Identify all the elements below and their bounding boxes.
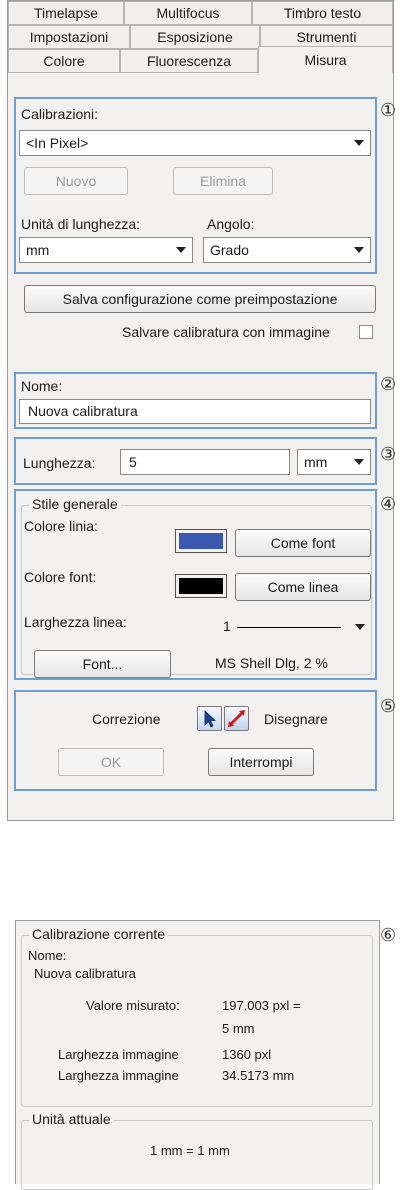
tab-label: Colore <box>43 53 85 69</box>
marker-6: ⑥ <box>380 925 397 946</box>
chevron-down-icon <box>355 624 365 630</box>
chevron-down-icon <box>354 459 364 465</box>
line-width-select[interactable]: 1 <box>223 614 369 640</box>
length-unit-dropdown[interactable]: mm <box>297 449 371 475</box>
save-with-image-checkbox[interactable] <box>359 325 373 339</box>
draw-tool-button[interactable] <box>224 706 249 731</box>
tab-timelapse[interactable]: Timelapse <box>8 1 124 25</box>
name-value: Nuova calibratura <box>28 403 138 419</box>
general-style-title: Stile generale <box>29 496 121 512</box>
length-label: Lunghezza: <box>23 455 96 471</box>
save-preset-button[interactable]: Salva configurazione come preimpostazion… <box>24 285 376 313</box>
length-value: 5 <box>129 454 137 470</box>
tab-colore[interactable]: Colore <box>8 49 120 73</box>
current-name-value: Nuova calibratura <box>34 966 136 981</box>
current-name-label: Nome: <box>28 948 67 963</box>
pointer-icon <box>204 710 217 728</box>
new-calibration-button[interactable]: Nuovo <box>24 167 128 195</box>
line-color-fill <box>179 533 223 549</box>
measured-value: 197.003 pxl = <box>222 998 301 1013</box>
chevron-down-icon <box>354 140 364 146</box>
line-width-label: Larghezza linea: <box>24 614 127 630</box>
font-color-label: Colore font: <box>24 569 97 585</box>
tab-label: Impostazioni <box>29 29 109 45</box>
length-unit-dropdown-value: mm <box>304 454 328 470</box>
length-unit-select[interactable]: mm <box>19 237 193 263</box>
marker-3: ③ <box>380 444 397 465</box>
chevron-down-icon <box>354 247 364 253</box>
tab-label: Strumenti <box>296 29 357 45</box>
angle-value: Grado <box>210 242 249 258</box>
ok-button[interactable]: OK <box>58 748 164 776</box>
current-unit-title: Unità attuale <box>29 1111 114 1127</box>
tab-label: Timbro testo <box>283 5 362 21</box>
image-width-label-mm: Larghezza immagine <box>58 1068 179 1083</box>
marker-1: ① <box>380 100 397 121</box>
tab-label: Multifocus <box>156 5 220 21</box>
tab-label: Fluorescenza <box>146 53 232 69</box>
tab-impostazioni[interactable]: Impostazioni <box>8 25 130 49</box>
measured-value-label: Valore misurato: <box>86 998 180 1013</box>
image-width-mm: 34.5173 mm <box>222 1068 295 1083</box>
tab-fluorescenza[interactable]: Fluorescenza <box>120 49 258 73</box>
chevron-down-icon <box>176 247 186 253</box>
interrupt-button[interactable]: Interrompi <box>208 748 314 776</box>
marker-5: ⑤ <box>380 696 397 717</box>
image-width-px: 1360 pxl <box>222 1047 272 1062</box>
tab-label: Misura <box>304 52 347 68</box>
calibration-select[interactable]: <In Pixel> <box>19 130 371 156</box>
delete-button-label: Elimina <box>200 173 246 189</box>
length-unit-value: mm <box>26 242 50 258</box>
tab-label: Timelapse <box>33 5 99 21</box>
correction-label: Correzione <box>92 711 161 727</box>
tab-multifocus[interactable]: Multifocus <box>124 1 252 25</box>
measured-value-mm: 5 mm <box>222 1021 255 1036</box>
font-like-label: Come font <box>270 535 336 551</box>
angle-select[interactable]: Grado <box>203 237 371 263</box>
delete-calibration-button[interactable]: Elimina <box>173 167 273 195</box>
name-label: Nome: <box>21 378 63 394</box>
font-like-button[interactable]: Come font <box>235 529 371 557</box>
current-unit-value: 1 mm = 1 mm <box>150 1143 230 1158</box>
save-preset-label: Salva configurazione come preimpostazion… <box>62 291 338 307</box>
font-color-swatch[interactable] <box>175 574 227 598</box>
length-field[interactable]: 5 <box>120 449 290 475</box>
tab-timbro-testo[interactable]: Timbro testo <box>252 1 393 25</box>
marker-2: ② <box>380 374 397 395</box>
font-button[interactable]: Font... <box>34 650 171 678</box>
save-with-image-label: Salvare calibratura con immagine <box>122 324 330 340</box>
new-button-label: Nuovo <box>55 173 97 189</box>
image-width-label: Larghezza immagine <box>58 1047 179 1062</box>
tab-label: Esposizione <box>157 29 233 45</box>
line-color-swatch[interactable] <box>175 529 227 553</box>
tab-esposizione[interactable]: Esposizione <box>130 25 260 49</box>
name-field[interactable]: Nuova calibratura <box>19 399 371 424</box>
draw-label: Disegnare <box>264 711 328 727</box>
line-like-label: Come linea <box>267 579 339 595</box>
interrupt-button-label: Interrompi <box>229 754 293 770</box>
calibration-select-value: <In Pixel> <box>26 135 89 151</box>
line-sample <box>237 627 341 628</box>
current-calibration-title: Calibrazione corrente <box>29 926 169 942</box>
calibrations-label: Calibrazioni: <box>21 106 99 122</box>
font-button-label: Font... <box>82 656 123 672</box>
marker-4: ④ <box>380 494 397 515</box>
length-unit-label: Unità di lunghezza: <box>21 216 141 232</box>
font-info: MS Shell Dlg, 2 % <box>215 655 328 671</box>
line-color-label: Colore linia: <box>24 518 98 534</box>
tab-misura[interactable]: Misura <box>258 46 393 73</box>
correction-tool-button[interactable] <box>197 706 222 731</box>
line-width-value: 1 <box>223 618 231 634</box>
font-color-fill <box>179 578 223 594</box>
angle-label: Angolo: <box>207 216 255 232</box>
ok-button-label: OK <box>100 754 122 770</box>
line-like-button[interactable]: Come linea <box>235 573 371 601</box>
measure-line-icon <box>228 710 245 727</box>
